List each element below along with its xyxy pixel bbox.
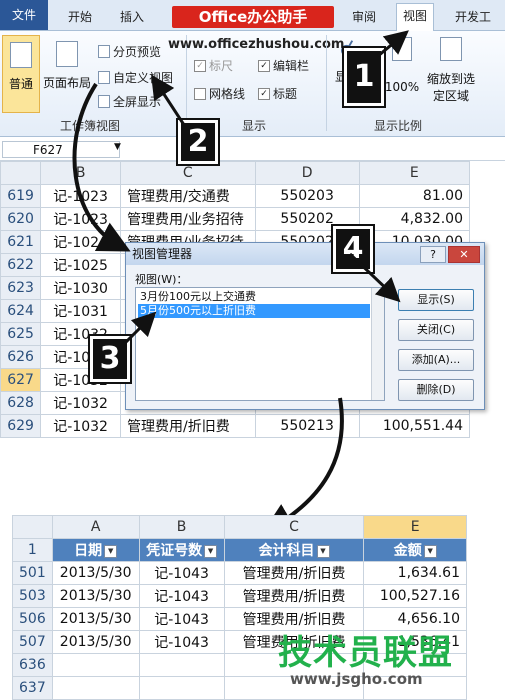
header-voucher-label: 凭证号数 bbox=[146, 543, 203, 559]
header-account-label: 会计科目 bbox=[258, 543, 315, 559]
row-number[interactable]: 1 bbox=[12, 538, 53, 562]
header-amount-label: 金额 bbox=[393, 543, 422, 559]
arrow-4 bbox=[348, 252, 401, 303]
cell[interactable]: 2013/5/30 bbox=[51, 561, 140, 585]
arrow-2b bbox=[72, 82, 131, 252]
filter-icon[interactable]: ▼ bbox=[316, 544, 330, 558]
cell[interactable]: 记-1043 bbox=[138, 630, 225, 654]
cell[interactable]: 2013/5/30 bbox=[51, 584, 140, 608]
cell[interactable] bbox=[51, 676, 140, 700]
cell[interactable] bbox=[138, 653, 225, 677]
col-letter-e[interactable]: E bbox=[363, 515, 467, 539]
filter-icon[interactable]: ▼ bbox=[204, 544, 218, 558]
header-date: 日期 ▼ bbox=[51, 538, 140, 562]
header-account: 会计科目 ▼ bbox=[223, 538, 365, 562]
header-voucher: 凭证号数 ▼ bbox=[138, 538, 225, 562]
cell[interactable]: 管理费用/折旧费 bbox=[223, 584, 365, 608]
cell[interactable]: 记-1043 bbox=[138, 584, 225, 608]
col-letter-a[interactable]: A bbox=[51, 515, 140, 539]
arrow-2 bbox=[151, 74, 188, 129]
watermark-url: www.jsgho.com bbox=[290, 670, 423, 688]
cell[interactable]: 2013/5/30 bbox=[51, 630, 140, 654]
cell[interactable]: 记-1043 bbox=[138, 607, 225, 631]
header-amount: 金额 ▼ bbox=[363, 538, 467, 562]
row-number[interactable]: 507 bbox=[12, 630, 53, 654]
arrow-3 bbox=[116, 311, 157, 352]
header-date-label: 日期 bbox=[74, 543, 103, 559]
cell[interactable] bbox=[51, 653, 140, 677]
row-number[interactable]: 501 bbox=[12, 561, 53, 585]
arrow-result bbox=[261, 397, 344, 535]
cell[interactable]: 1,634.61 bbox=[363, 561, 467, 585]
cell[interactable]: 管理费用/折旧费 bbox=[223, 561, 365, 585]
table-row: 501 2013/5/30 记-1043 管理费用/折旧费 1,634.61 bbox=[12, 561, 467, 585]
cell[interactable]: 100,527.16 bbox=[363, 584, 467, 608]
cell[interactable] bbox=[138, 676, 225, 700]
filter-icon[interactable]: ▼ bbox=[423, 544, 437, 558]
corner-cell[interactable] bbox=[12, 515, 53, 539]
watermark-logo: 技术员联盟 bbox=[278, 633, 453, 673]
arrow-1 bbox=[377, 30, 409, 58]
col-letter-b[interactable]: B bbox=[138, 515, 225, 539]
row-number[interactable]: 637 bbox=[12, 676, 53, 700]
table-row: 503 2013/5/30 记-1043 管理费用/折旧费 100,527.16 bbox=[12, 584, 467, 608]
filter-icon[interactable]: ▼ bbox=[104, 544, 118, 558]
row-number[interactable]: 636 bbox=[12, 653, 53, 677]
row-number[interactable]: 506 bbox=[12, 607, 53, 631]
cell[interactable]: 2013/5/30 bbox=[51, 607, 140, 631]
cell[interactable]: 记-1043 bbox=[138, 561, 225, 585]
col-letter-c[interactable]: C bbox=[223, 515, 365, 539]
row-number[interactable]: 503 bbox=[12, 584, 53, 608]
